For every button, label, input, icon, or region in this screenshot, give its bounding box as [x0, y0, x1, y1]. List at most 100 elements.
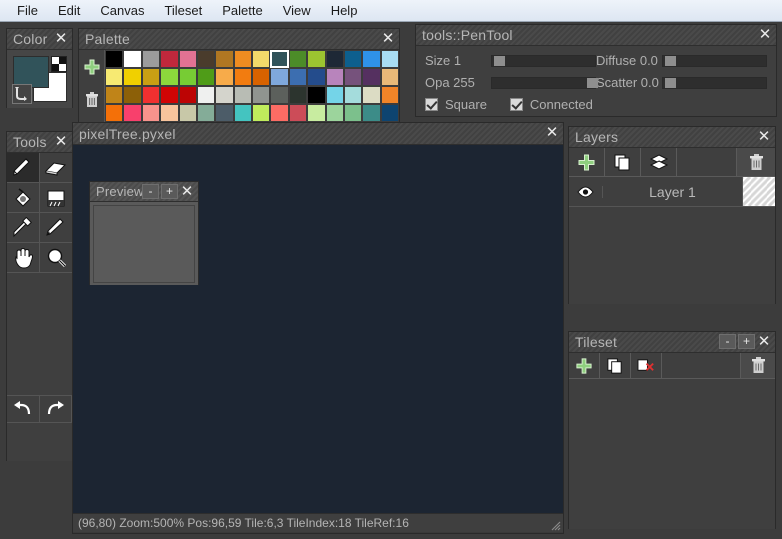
palette-swatch-61[interactable]: [343, 104, 363, 122]
palette-swatch-27[interactable]: [307, 68, 326, 86]
palette-swatch-36[interactable]: [178, 86, 197, 104]
palette-swatch-19[interactable]: [160, 68, 179, 86]
palette-swatch-6[interactable]: [215, 50, 234, 68]
palette-swatch-52[interactable]: [178, 104, 197, 122]
palette-swatch-50[interactable]: [141, 104, 161, 122]
palette-swatch-42[interactable]: [288, 86, 308, 104]
square-checkbox[interactable]: [425, 98, 438, 111]
palette-swatch-15[interactable]: [380, 50, 399, 68]
palette-swatch-29[interactable]: [343, 68, 363, 86]
palette-swatch-14[interactable]: [362, 50, 381, 68]
menu-item-palette[interactable]: Palette: [213, 1, 271, 20]
palette-swatch-25[interactable]: [270, 68, 289, 86]
palette-swatch-18[interactable]: [141, 68, 161, 86]
fill-bucket-tool[interactable]: [7, 183, 40, 213]
palette-swatch-13[interactable]: [343, 50, 363, 68]
palette-swatch-30[interactable]: [362, 68, 381, 86]
palette-swatch-39[interactable]: [233, 86, 252, 104]
palette-swatch-37[interactable]: [196, 86, 216, 104]
palette-swatch-58[interactable]: [288, 104, 308, 122]
menu-item-edit[interactable]: Edit: [49, 1, 89, 20]
palette-swatch-45[interactable]: [343, 86, 363, 104]
palette-swatch-56[interactable]: [252, 104, 271, 122]
tileset-zoom-in-button[interactable]: +: [738, 334, 755, 349]
palette-swatch-17[interactable]: [123, 68, 142, 86]
palette-swatch-12[interactable]: [325, 50, 344, 68]
delete-tile-icon[interactable]: [631, 353, 662, 378]
palette-swatch-54[interactable]: [215, 104, 234, 122]
opacity-slider[interactable]: [491, 76, 598, 89]
palette-swatch-49[interactable]: [123, 104, 142, 122]
palette-swatch-41[interactable]: [270, 86, 289, 104]
eraser-tool[interactable]: [39, 153, 72, 183]
preview-zoom-out-button[interactable]: -: [142, 184, 159, 199]
palette-swatch-62[interactable]: [362, 104, 381, 122]
scatter-slider[interactable]: [662, 76, 767, 89]
palette-swatch-8[interactable]: [252, 50, 271, 68]
close-icon[interactable]: ✕: [53, 30, 69, 47]
eyedropper-tool[interactable]: [7, 213, 40, 243]
palette-swatch-9[interactable]: [270, 50, 289, 68]
palette-swatch-26[interactable]: [288, 68, 308, 86]
palette-swatch-38[interactable]: [215, 86, 234, 104]
palette-swatch-24[interactable]: [252, 68, 271, 86]
size-slider[interactable]: [491, 54, 596, 67]
palette-swatch-34[interactable]: [141, 86, 161, 104]
select-tool[interactable]: [39, 183, 72, 213]
palette-swatch-60[interactable]: [325, 104, 344, 122]
close-icon[interactable]: ✕: [544, 124, 560, 141]
palette-swatch-4[interactable]: [178, 50, 197, 68]
palette-swatch-7[interactable]: [233, 50, 252, 68]
canvas-viewport[interactable]: Preview - + ✕: [73, 145, 563, 513]
palette-swatch-3[interactable]: [160, 50, 179, 68]
menu-item-tileset[interactable]: Tileset: [155, 1, 211, 20]
palette-swatch-53[interactable]: [196, 104, 216, 122]
duplicate-layer-icon[interactable]: [605, 148, 641, 176]
palette-swatch-48[interactable]: [105, 104, 124, 122]
menu-item-canvas[interactable]: Canvas: [91, 1, 153, 20]
close-icon[interactable]: ✕: [756, 333, 772, 350]
palette-swatch-44[interactable]: [325, 86, 344, 104]
close-icon[interactable]: ✕: [757, 26, 773, 43]
layer-row[interactable]: Layer 1: [569, 177, 775, 207]
palette-swatch-35[interactable]: [160, 86, 179, 104]
close-icon[interactable]: ✕: [756, 128, 772, 145]
resize-grip[interactable]: [548, 518, 561, 531]
palette-swatch-10[interactable]: [288, 50, 308, 68]
duplicate-tile-icon[interactable]: [600, 353, 631, 378]
close-icon[interactable]: ✕: [179, 183, 195, 200]
palette-swatch-63[interactable]: [380, 104, 399, 122]
brush-tool[interactable]: [39, 213, 72, 243]
zoom-tool[interactable]: [39, 243, 72, 273]
palette-swatch-43[interactable]: [307, 86, 326, 104]
layer-visibility-icon[interactable]: [569, 185, 603, 198]
palette-swatch-51[interactable]: [160, 104, 179, 122]
menu-item-help[interactable]: Help: [322, 1, 367, 20]
close-icon[interactable]: ✕: [53, 133, 69, 150]
palette-swatch-16[interactable]: [105, 68, 124, 86]
add-color-icon[interactable]: [79, 50, 104, 83]
hand-tool[interactable]: [7, 243, 40, 273]
checker-swatch-icon[interactable]: [51, 56, 67, 72]
palette-swatch-40[interactable]: [252, 86, 271, 104]
preview-zoom-in-button[interactable]: +: [161, 184, 178, 199]
palette-swatch-11[interactable]: [307, 50, 326, 68]
palette-swatch-20[interactable]: [178, 68, 197, 86]
delete-color-icon[interactable]: [79, 83, 104, 116]
menu-item-file[interactable]: File: [8, 1, 47, 20]
palette-swatch-2[interactable]: [141, 50, 161, 68]
palette-swatch-31[interactable]: [380, 68, 399, 86]
palette-swatch-0[interactable]: [105, 50, 124, 68]
canvas-titlebar[interactable]: pixelTree.pyxel ✕: [73, 123, 563, 145]
add-tile-icon[interactable]: [569, 353, 600, 378]
palette-swatch-22[interactable]: [215, 68, 234, 86]
tileset-zoom-out-button[interactable]: -: [719, 334, 736, 349]
redo-icon[interactable]: [39, 395, 72, 423]
palette-swatch-47[interactable]: [380, 86, 399, 104]
preview-titlebar[interactable]: Preview - + ✕: [90, 182, 198, 202]
delete-tileset-icon[interactable]: [741, 353, 775, 378]
palette-swatch-46[interactable]: [362, 86, 381, 104]
close-icon[interactable]: ✕: [380, 30, 396, 47]
add-layer-icon[interactable]: [569, 148, 605, 176]
menu-item-view[interactable]: View: [274, 1, 320, 20]
